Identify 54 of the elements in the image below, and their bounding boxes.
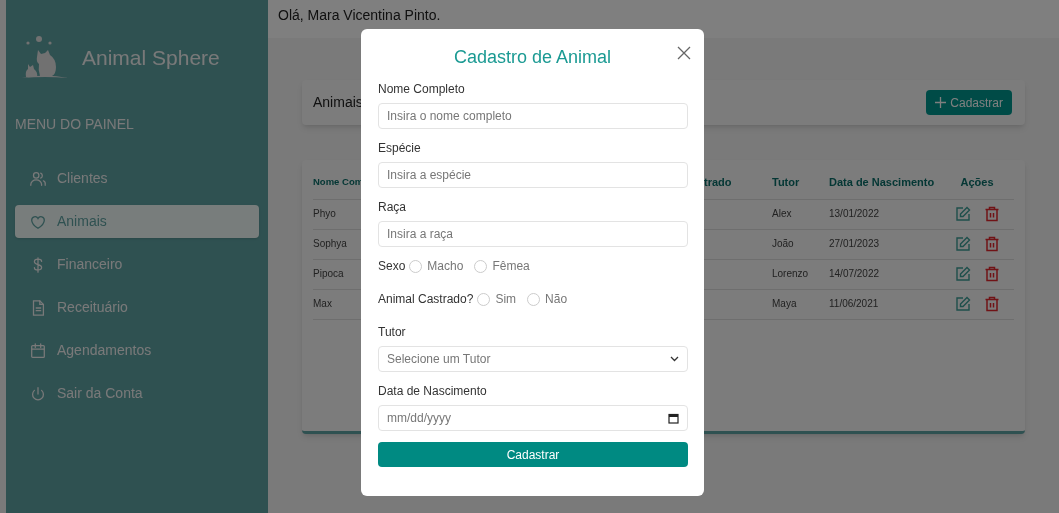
edit-icon[interactable] [954,236,971,252]
close-icon[interactable] [677,46,691,60]
table-cell-text: Alex [772,207,792,221]
table-cell-text: Phyo [313,207,336,221]
trash-icon[interactable] [983,206,1000,222]
tutor-select[interactable]: Selecione um Tutor [378,346,688,372]
input-field[interactable]: Insira o nome completo [378,103,688,129]
field-label: Nome Completo [378,81,466,98]
field-label: Tutor [378,324,407,341]
edit-icon[interactable] [954,206,971,222]
radio-option[interactable]: Macho [409,257,464,275]
modal-title: Cadastro de Animal [453,46,612,69]
brand-name: Animal Sphere [82,45,220,72]
field-label: Animal Castrado? [378,291,474,308]
greeting-text: Olá, Mara Vicentina Pinto. [278,6,441,25]
table-cell-text: João [772,237,794,251]
radio-option[interactable]: Não [527,290,568,308]
table-cell-text: 14/07/2022 [829,267,880,281]
add-button[interactable]: Cadastrar [926,90,1012,115]
plus-icon [935,97,947,108]
table-cell-text: Pipoca [313,267,344,281]
trash-icon[interactable] [983,266,1000,282]
column-header: Tutor [772,175,800,191]
calendar-icon[interactable] [668,412,679,424]
edit-icon[interactable] [954,266,971,282]
power-icon [29,384,47,403]
table-cell-text: Maya [772,297,797,311]
input-field[interactable]: Insira a raça [378,221,688,247]
page-title: Animais [313,93,363,112]
field-label: Raça [378,199,407,216]
field-label: Sexo [378,258,406,275]
radio-option[interactable]: Sim [477,290,517,308]
trash-icon[interactable] [983,236,1000,252]
column-header: trado [704,175,732,191]
table-cell-text: 13/01/2022 [829,207,880,221]
menu-title: MENU DO PAINEL [15,115,134,134]
table-cell-text: Max [313,297,332,311]
radio-option[interactable]: Fêmea [474,257,530,275]
users-icon [29,169,47,188]
calendar-icon [29,341,47,360]
column-header: Ações [960,175,994,191]
input-field[interactable]: Insira a espécie [378,162,688,188]
table-cell-text: 27/01/2023 [829,237,880,251]
field-label: Espécie [378,140,422,157]
table-cell-text: Sophya [313,237,347,251]
trash-icon[interactable] [983,296,1000,312]
field-label: Data de Nascimento [378,383,488,400]
table-cell-text: Lorenzo [772,267,809,281]
table-cell-text: 11/06/2021 [829,297,879,311]
edit-icon[interactable] [954,296,971,312]
column-header: Data de Nascimento [829,175,935,191]
chevron-down-icon [670,356,679,362]
submit-button[interactable]: Cadastrar [378,442,688,467]
date-field[interactable]: mm/dd/yyyy [378,405,688,431]
